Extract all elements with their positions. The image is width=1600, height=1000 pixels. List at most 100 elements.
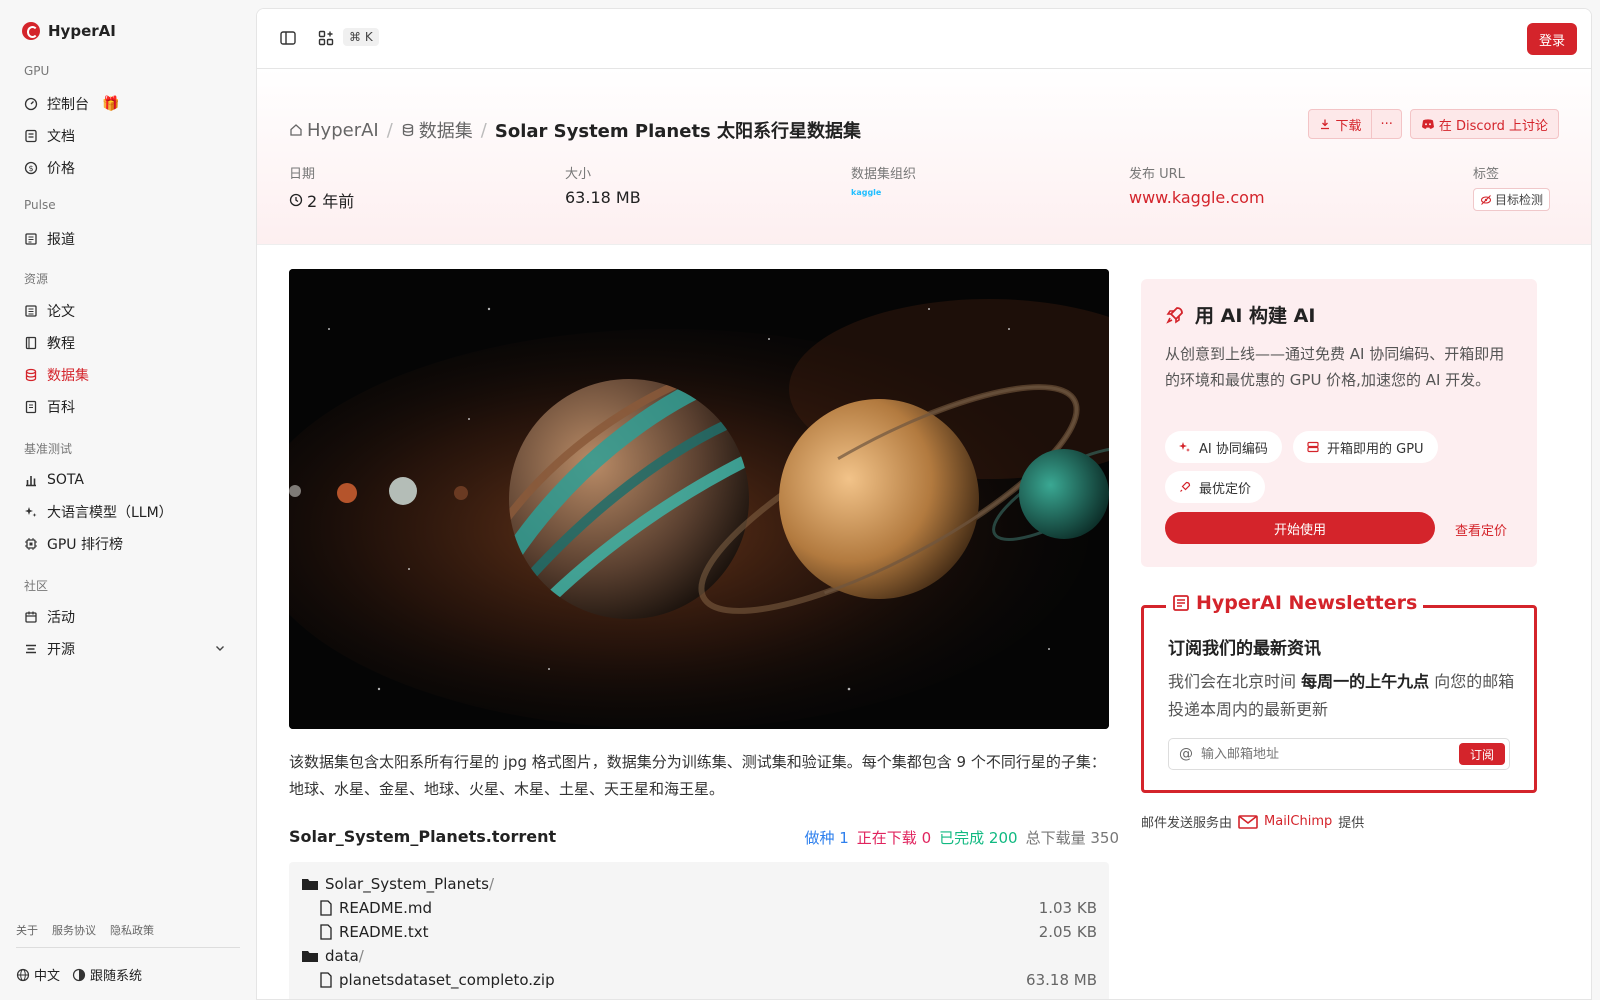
sidebar-item-tutorials[interactable]: 教程	[16, 329, 240, 357]
sidebar-item-news[interactable]: 报道	[16, 225, 240, 253]
theme-switch[interactable]: 跟随系统	[72, 965, 142, 984]
download-label: 下载	[1335, 118, 1362, 134]
breadcrumb-home-label: HyperAI	[307, 119, 379, 141]
sidebar-item-console[interactable]: 控制台 🎁	[16, 90, 240, 118]
file-size: 63.18 MB	[1026, 971, 1097, 989]
sidebar-item-label: 教程	[47, 336, 75, 352]
sidebar-item-docs[interactable]: 文档	[16, 122, 240, 150]
file-name: planetsdataset_completo.zip	[339, 971, 555, 989]
section-resources: 资源	[24, 272, 49, 286]
folder-name: data	[325, 947, 359, 965]
dashboard-icon	[24, 97, 38, 111]
sidebar-item-label: 活动	[47, 610, 75, 626]
language-switch[interactable]: 中文	[16, 965, 60, 984]
section-community: 社区	[24, 579, 49, 593]
login-button[interactable]: 登录	[1527, 23, 1577, 55]
footer-divider	[16, 947, 240, 948]
meta-size-label: 大小	[565, 167, 592, 182]
sidebar-item-sota[interactable]: SOTA	[16, 466, 240, 494]
file-row[interactable]: README.md 1.03 KB	[301, 896, 1097, 920]
breadcrumb-datasets[interactable]: 数据集	[401, 117, 473, 143]
more-button[interactable]: ···	[1372, 109, 1402, 139]
chip-icon	[24, 537, 38, 551]
sparkles-icon	[1179, 442, 1190, 452]
hyperai-logo-icon	[22, 22, 40, 40]
meta-date: 日期 2 年前	[289, 163, 354, 212]
discord-label: 在 Discord 上讨论	[1438, 118, 1548, 134]
server-icon	[1307, 441, 1319, 453]
sidebar-toggle-icon[interactable]	[279, 29, 297, 47]
meta-url-link[interactable]: www.kaggle.com	[1129, 188, 1265, 207]
file-icon	[320, 972, 332, 988]
brand-logo[interactable]: HyperAI	[22, 22, 116, 40]
view-pricing-link[interactable]: 查看定价	[1455, 520, 1507, 539]
sidebar-item-price[interactable]: $ 价格	[16, 154, 240, 182]
chevron-down-icon[interactable]	[214, 642, 226, 657]
list-icon	[24, 642, 38, 656]
section-bench: 基准测试	[24, 442, 73, 456]
sidebar-item-llm[interactable]: 大语言模型（LLM）	[16, 498, 240, 526]
newsletter-title: 订阅我们的最新资讯	[1168, 639, 1321, 659]
terms-link[interactable]: 服务协议	[52, 922, 96, 938]
bar-chart-icon	[24, 473, 38, 487]
email-field[interactable]	[1201, 746, 1441, 762]
promo-title: 用 AI 构建 AI	[1195, 305, 1316, 327]
file-row[interactable]: README.txt 2.05 KB	[301, 920, 1097, 944]
sidebar-item-label: GPU 排行榜	[47, 537, 123, 553]
discord-icon	[1421, 119, 1434, 129]
download-group: 下载 ···	[1308, 109, 1402, 139]
dataset-cover-image	[289, 269, 1109, 729]
breadcrumb-home[interactable]: HyperAI	[289, 120, 379, 141]
sidebar-item-wiki[interactable]: 百科	[16, 393, 240, 421]
kaggle-logo[interactable]: kaggle	[851, 188, 881, 197]
file-row[interactable]: planetsdataset_completo.zip 63.18 MB	[301, 968, 1097, 992]
apps-icon[interactable]	[317, 29, 335, 47]
database-icon	[24, 368, 38, 382]
file-row[interactable]: data/	[301, 944, 1097, 968]
promo-text: 从创意到上线——通过免费 AI 协同编码、开箱即用的环境和最优惠的 GPU 价格…	[1165, 345, 1505, 389]
about-link[interactable]: 关于	[16, 922, 38, 938]
sidebar-item-gpu-rank[interactable]: GPU 排行榜	[16, 530, 240, 558]
rocket-icon	[1180, 481, 1191, 492]
file-row[interactable]: Solar_System_Planets/	[301, 872, 1097, 896]
breadcrumb-separator: /	[386, 119, 393, 141]
meta-date-label: 日期	[289, 167, 316, 182]
section-pulse: Pulse	[24, 198, 56, 212]
file-size: 2.05 KB	[1038, 923, 1097, 941]
privacy-link[interactable]: 隐私政策	[110, 922, 154, 938]
search-shortcut[interactable]: ⌘ K	[343, 28, 379, 46]
file-tree: Solar_System_Planets/ README.md 1.03 KB …	[289, 862, 1109, 999]
discord-button[interactable]: 在 Discord 上讨论	[1409, 109, 1559, 139]
torrent-name[interactable]: Solar_System_Planets.torrent	[289, 827, 556, 846]
mail-icon	[1238, 814, 1258, 829]
topbar: ⌘ K 登录	[257, 9, 1591, 69]
globe-icon	[16, 968, 30, 981]
tag-object-detection[interactable]: 目标检测	[1473, 188, 1551, 211]
meta-tags-label: 标签	[1473, 167, 1500, 182]
ai-promo-card: 用 AI 构建 AI 从创意到上线——通过免费 AI 协同编码、开箱即用的环境和…	[1141, 279, 1537, 567]
subscribe-button[interactable]: 订阅	[1459, 743, 1505, 765]
meta-date-value: 2 年前	[307, 192, 355, 211]
header-actions: 下载 ··· 在 Discord 上讨论	[1308, 109, 1559, 139]
dataset-header: HyperAI / 数据集 / Solar System Planets 太阳系…	[257, 69, 1591, 245]
meta-size-value: 63.18 MB	[565, 188, 641, 207]
sidebar-item-label: 数据集	[47, 368, 89, 384]
meta-org-label: 数据集组织	[851, 167, 917, 182]
calendar-icon	[24, 610, 38, 624]
get-started-button[interactable]: 开始使用	[1165, 512, 1435, 544]
sidebar-item-datasets[interactable]: 数据集	[16, 361, 240, 389]
wiki-icon	[24, 400, 38, 414]
downloading-stat: 正在下载 0	[856, 829, 932, 847]
sidebar-item-label: 控制台	[47, 97, 89, 113]
sidebar-item-events[interactable]: 活动	[16, 603, 240, 631]
download-button[interactable]: 下载	[1308, 109, 1373, 139]
book-icon	[24, 336, 38, 350]
torrent-stats: 做种 1 正在下载 0 已完成 200 总下载量 350	[804, 827, 1119, 848]
seeding-stat: 做种 1	[804, 829, 849, 847]
sidebar-item-opensource[interactable]: 开源	[16, 635, 240, 663]
sidebar-item-papers[interactable]: 论文	[16, 297, 240, 325]
mailchimp-link[interactable]: MailChimp	[1264, 814, 1332, 829]
file-icon	[320, 924, 332, 940]
sidebar: HyperAI GPU 控制台 🎁 文档 $ 价格 Pulse 报道 资源 论文…	[0, 0, 256, 1000]
meta-tags: 标签 目标检测	[1473, 163, 1551, 211]
